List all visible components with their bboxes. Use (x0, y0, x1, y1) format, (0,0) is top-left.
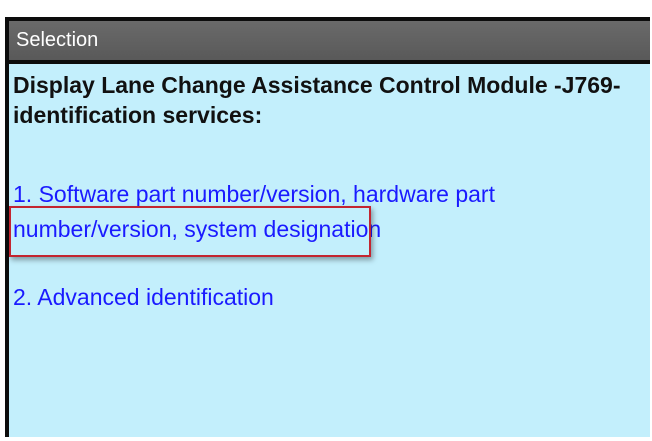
window-title-bar: Selection (9, 21, 650, 60)
option-software-hardware-identification[interactable]: 1. Software part number/version, hardwar… (13, 177, 647, 247)
window-title: Selection (16, 29, 99, 51)
selection-heading: Display Lane Change Assistance Control M… (13, 72, 621, 128)
option-advanced-identification[interactable]: 2. Advanced identification (13, 280, 647, 315)
selection-panel: Display Lane Change Assistance Control M… (9, 64, 650, 437)
